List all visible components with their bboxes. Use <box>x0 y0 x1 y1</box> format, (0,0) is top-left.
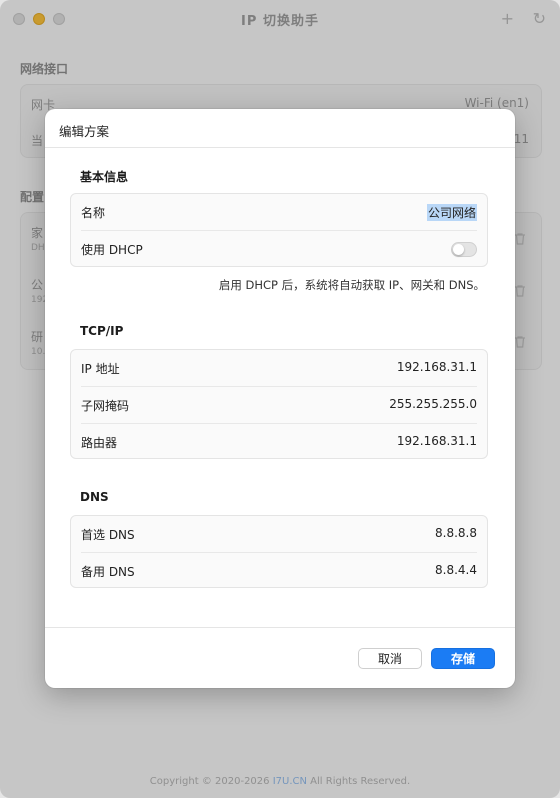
footer-divider <box>45 627 515 628</box>
primary-dns-row: 首选 DNS 8.8.8.8 <box>71 516 487 552</box>
name-field[interactable]: 公司网络 <box>426 204 477 221</box>
dhcp-toggle[interactable] <box>451 242 477 257</box>
dns-group: 首选 DNS 8.8.8.8 备用 DNS 8.8.4.4 <box>70 515 488 588</box>
dhcp-row: 使用 DHCP <box>71 231 487 267</box>
dialog-title: 编辑方案 <box>59 124 110 139</box>
ip-label: IP 地址 <box>81 362 120 376</box>
dhcp-label: 使用 DHCP <box>81 243 143 257</box>
dns-section-title: DNS <box>80 490 109 504</box>
mask-field[interactable]: 255.255.255.0 <box>389 397 477 411</box>
secondary-dns-field[interactable]: 8.8.4.4 <box>435 563 477 577</box>
name-row: 名称 公司网络 <box>71 194 487 230</box>
cancel-button[interactable]: 取消 <box>358 648 422 669</box>
header-divider <box>45 147 515 148</box>
ip-field[interactable]: 192.168.31.1 <box>397 360 477 374</box>
router-label: 路由器 <box>81 436 118 450</box>
basic-info-group: 名称 公司网络 使用 DHCP <box>70 193 488 267</box>
save-button[interactable]: 存储 <box>431 648 495 669</box>
basic-section-title: 基本信息 <box>80 170 129 184</box>
secondary-dns-label: 备用 DNS <box>81 565 135 579</box>
edit-profile-dialog: 编辑方案 基本信息 名称 公司网络 使用 DHCP 启用 DHCP 后，系统将自… <box>45 109 515 688</box>
mask-label: 子网掩码 <box>81 399 130 413</box>
name-label: 名称 <box>81 206 106 220</box>
dhcp-hint: 启用 DHCP 后，系统将自动获取 IP、网关和 DNS。 <box>218 278 485 292</box>
router-row: 路由器 192.168.31.1 <box>71 424 487 460</box>
toggle-knob <box>453 244 464 255</box>
primary-dns-label: 首选 DNS <box>81 528 135 542</box>
tcpip-section-title: TCP/IP <box>80 324 124 338</box>
secondary-dns-row: 备用 DNS 8.8.4.4 <box>71 553 487 589</box>
app-window: IP 切换助手 + ↻ 网络接口 网卡 Wi-Fi (en1) 当 11 配置 … <box>0 0 560 798</box>
ip-row: IP 地址 192.168.31.1 <box>71 350 487 386</box>
primary-dns-field[interactable]: 8.8.8.8 <box>435 526 477 540</box>
tcpip-group: IP 地址 192.168.31.1 子网掩码 255.255.255.0 路由… <box>70 349 488 459</box>
mask-row: 子网掩码 255.255.255.0 <box>71 387 487 423</box>
router-field[interactable]: 192.168.31.1 <box>397 434 477 448</box>
